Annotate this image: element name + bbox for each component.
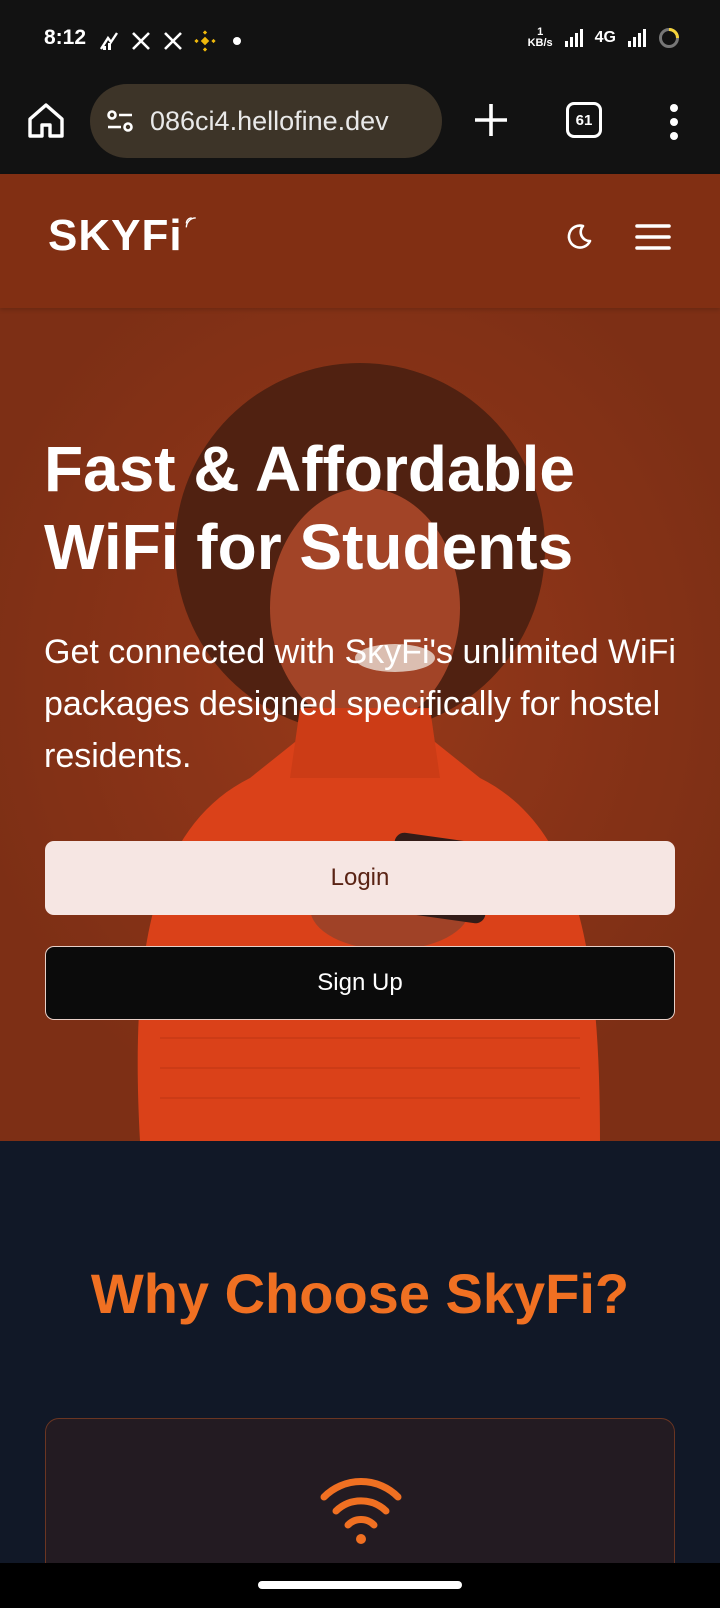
why-section: Why Choose SkyFi? (0, 1141, 720, 1563)
dot-icon (226, 30, 248, 52)
moon-icon[interactable] (564, 222, 594, 252)
browser-toolbar: 086ci4.hellofine.dev 61 (0, 84, 720, 174)
system-status-icons: 1 KB/s 4G (528, 27, 680, 49)
notification-icons (98, 30, 248, 52)
gesture-nav-bar (0, 1563, 720, 1608)
signup-button[interactable]: Sign Up (45, 946, 675, 1020)
tab-count: 61 (575, 111, 593, 129)
hero-title-line1: Fast & Affordable (44, 433, 575, 505)
logo-signal-icon (185, 217, 196, 228)
new-tab-plus-icon[interactable] (470, 98, 512, 142)
hero-title: Fast & Affordable WiFi for Students (44, 430, 684, 586)
home-gesture-handle[interactable] (258, 1581, 462, 1589)
address-bar[interactable]: 086ci4.hellofine.dev (90, 84, 442, 158)
skyfi-logo[interactable]: SKYFi (48, 206, 198, 266)
site-header: SKYFi (0, 174, 720, 308)
network-activity-icon (98, 30, 120, 52)
hamburger-menu-icon[interactable] (634, 222, 672, 252)
x-app-icon (162, 30, 184, 52)
signal-icon (626, 27, 648, 49)
data-rate: 1 KB/s (528, 27, 553, 49)
binance-icon (194, 30, 216, 52)
battery-ring-icon (658, 27, 680, 49)
status-bar: 8:12 1 KB/s 4G (0, 0, 720, 84)
login-button[interactable]: Login (45, 841, 675, 915)
wifi-icon (320, 1478, 402, 1544)
why-title: Why Choose SkyFi? (90, 1262, 630, 1325)
data-rate-unit: KB/s (527, 37, 553, 49)
hero-title-line2: WiFi for Students (44, 511, 574, 583)
tabs-icon[interactable]: 61 (566, 102, 602, 138)
url-text[interactable]: 086ci4.hellofine.dev (150, 106, 389, 137)
site-settings-icon[interactable] (104, 105, 136, 137)
feature-card (45, 1418, 675, 1563)
hero-subtitle: Get connected with SkyFi's unlimited WiF… (44, 633, 676, 775)
hero-section: Fast & Affordable WiFi for Students Get … (0, 308, 720, 1141)
home-icon[interactable] (24, 98, 68, 142)
more-vert-icon[interactable] (664, 102, 684, 142)
logo-text: SKYFi (48, 211, 183, 260)
network-type: 4G (594, 29, 616, 46)
signal-icon (563, 27, 585, 49)
status-time: 8:12 (44, 26, 87, 49)
x-app-icon (130, 30, 152, 52)
